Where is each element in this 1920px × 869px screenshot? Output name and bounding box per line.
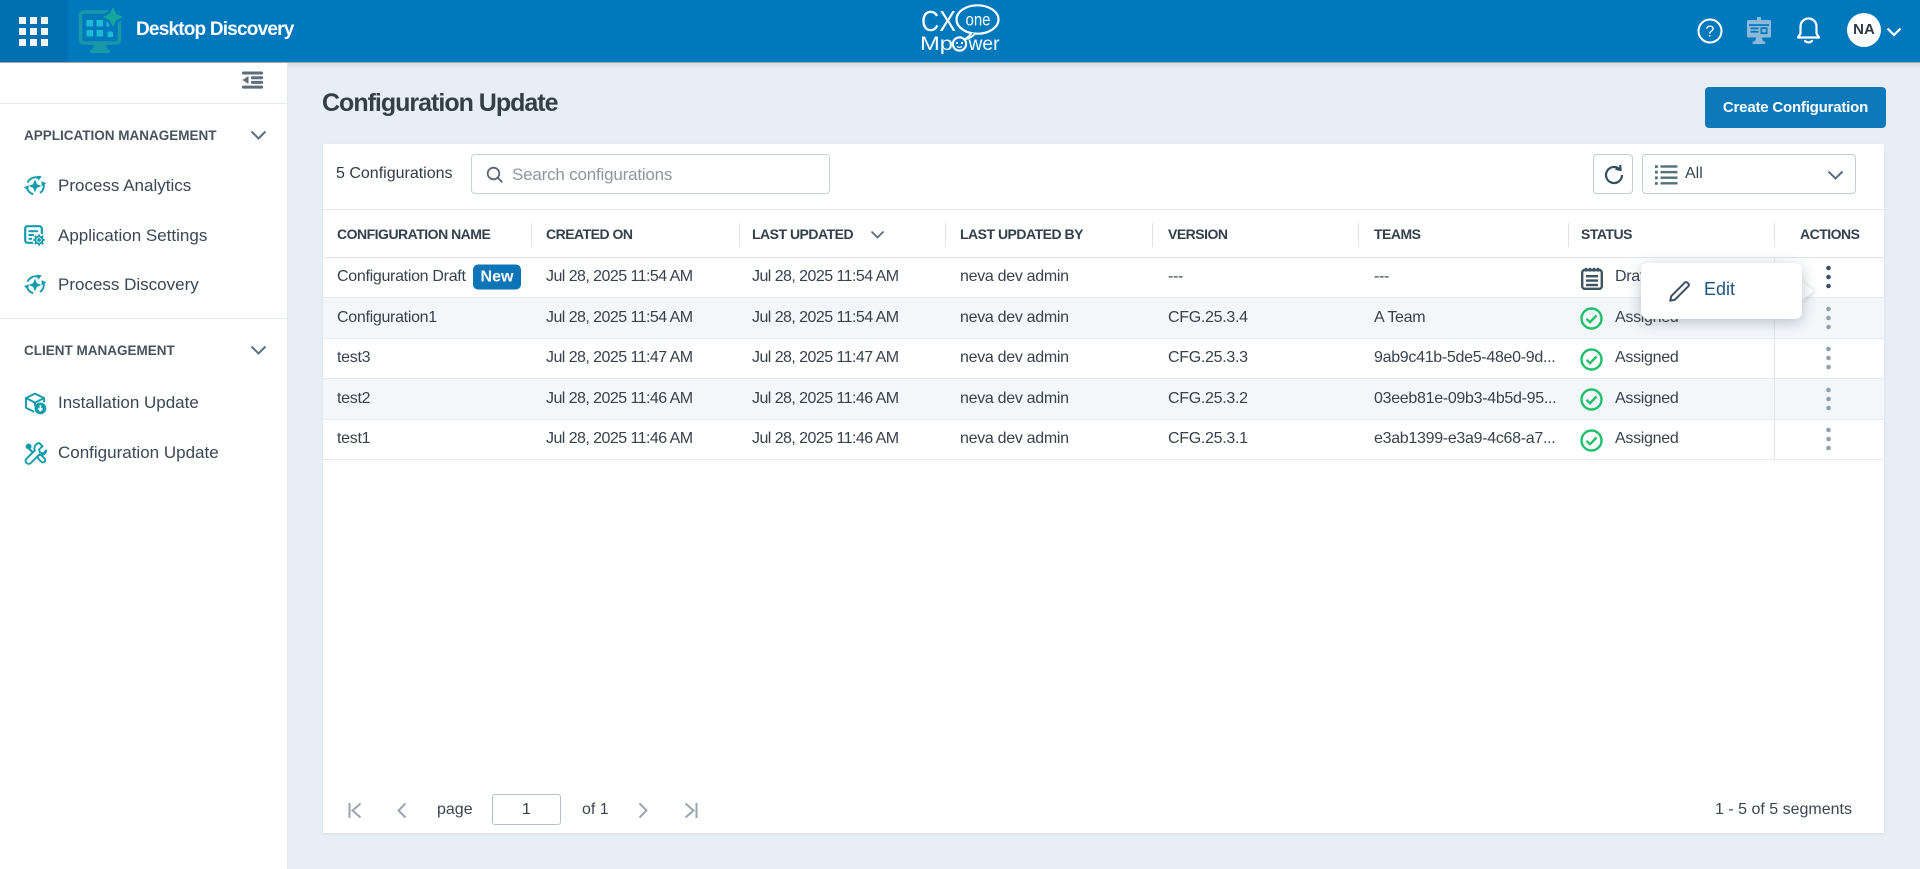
svg-text:wer: wer [968, 33, 1000, 55]
svg-text:?: ? [1706, 24, 1715, 41]
svg-text:one: one [966, 10, 991, 30]
svg-text:Mp: Mp [920, 33, 953, 55]
